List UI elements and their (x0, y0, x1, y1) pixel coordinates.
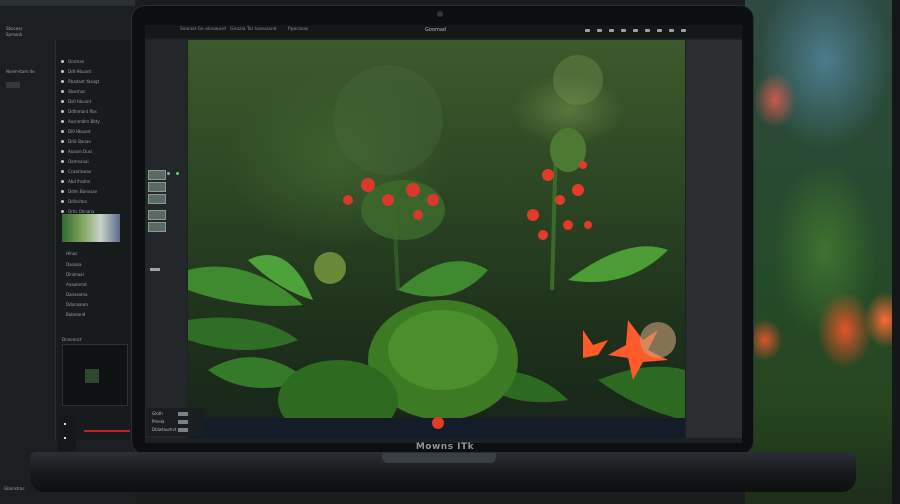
timeline-marker (64, 437, 66, 439)
menu-item[interactable]: Ssanial Ge alnowurd (180, 27, 226, 32)
red-flowers-right (527, 161, 592, 240)
layer-label[interactable]: Abd lhsdnn (68, 179, 90, 184)
text-icon[interactable] (633, 29, 638, 32)
layer-label[interactable]: Ddlc Banae (68, 139, 91, 144)
layers-strip (145, 40, 187, 438)
right-tool-panel (686, 40, 742, 438)
info-toggle[interactable] (178, 420, 188, 424)
spiky-bud (314, 252, 346, 284)
laptop-hinge (382, 453, 496, 463)
visibility-dot-icon[interactable] (61, 130, 64, 133)
visibility-dot-icon[interactable] (61, 180, 64, 183)
monitor-edge (892, 0, 900, 504)
layer-label[interactable]: Ddt Hbuant (68, 69, 91, 74)
visibility-dot-icon[interactable] (61, 70, 64, 73)
layer-thumbnail[interactable] (148, 222, 166, 232)
visibility-dot-icon[interactable] (61, 140, 64, 143)
bokeh-highlight (333, 65, 443, 175)
laptop-brand-label: Mowns ITk (415, 442, 475, 452)
layer-label[interactable]: Aosnmdlm Bitty (68, 119, 100, 124)
visibility-dot-icon[interactable] (61, 100, 64, 103)
property-label: Danaoa (66, 262, 82, 267)
menu-item[interactable]: Pperasas (288, 27, 308, 32)
visibility-dot-icon[interactable] (61, 160, 64, 163)
visibility-dot-icon[interactable] (61, 150, 64, 153)
visibility-dot-icon[interactable] (61, 110, 64, 113)
timeline-playhead[interactable] (84, 430, 130, 432)
background-editor-window: Sbocess Spmonk Nvem-ltam ite Ocsman Ddt … (0, 0, 135, 504)
layer-label[interactable]: Ddlnsiton (68, 199, 87, 204)
red-berry (432, 417, 444, 429)
active-dot-icon[interactable] (176, 172, 179, 175)
visibility-dot-icon[interactable] (167, 172, 170, 175)
layer-label[interactable]: Rbadant Yaesgt (68, 79, 99, 84)
property-label: Danasoma (66, 292, 88, 297)
visibility-dot-icon[interactable] (61, 90, 64, 93)
info-toggle[interactable] (178, 412, 188, 416)
layer-label[interactable]: Oamnonai (68, 159, 89, 164)
hand-icon[interactable] (669, 29, 674, 32)
layer-thumbnail[interactable] (148, 210, 166, 220)
info-label: Dblwtoumvt (152, 427, 177, 432)
layer-thumbnail[interactable] (148, 182, 166, 192)
menu-item[interactable]: Gnozia Tar laseaiand (230, 27, 277, 32)
gradient-swatch[interactable] (62, 214, 120, 242)
eraser-icon[interactable] (609, 29, 614, 32)
pink-petal (640, 322, 676, 358)
visibility-dot-icon[interactable] (61, 200, 64, 203)
property-label: Anaammd (66, 282, 87, 287)
pen-icon[interactable] (597, 29, 602, 32)
layer-label[interactable]: Aoaom Dusi (68, 149, 92, 154)
document-title: Goomad (425, 27, 447, 33)
zoom-icon[interactable] (657, 29, 662, 32)
settings-icon[interactable] (681, 29, 686, 32)
plant-illustration (188, 55, 685, 438)
layer-label[interactable]: Ds0 hbuant (68, 99, 91, 104)
layer-label[interactable]: Sbanhas (68, 89, 85, 94)
photo-canvas[interactable] (188, 40, 685, 438)
visibility-dot-icon[interactable] (61, 170, 64, 173)
bg-button[interactable] (6, 82, 20, 88)
layer-label[interactable]: Dl0 Hbuant (68, 129, 91, 134)
property-label: Ddanaaam (66, 302, 88, 307)
webcam-icon (437, 11, 443, 17)
properties-title: Hlnas (66, 251, 78, 256)
bg-header-item: Nvem-ltam ite (6, 69, 35, 74)
visibility-dot-icon[interactable] (61, 120, 64, 123)
timeline-track[interactable] (58, 415, 76, 451)
layer-thumbnail[interactable] (148, 194, 166, 204)
visibility-dot-icon[interactable] (61, 210, 64, 213)
navigator-preview[interactable] (62, 344, 128, 406)
crop-icon[interactable] (621, 29, 626, 32)
layer-thumbnail[interactable] (148, 170, 166, 180)
bg-header-item: Sbocess (6, 26, 23, 31)
info-label: Pmela (152, 419, 165, 424)
add-layer-icon[interactable] (150, 268, 160, 271)
visibility-dot-icon[interactable] (61, 190, 64, 193)
property-label: Dlnlmaal (66, 272, 84, 277)
brush-icon[interactable] (585, 29, 590, 32)
property-label: Babreand (66, 312, 86, 317)
visibility-dot-icon[interactable] (61, 60, 64, 63)
layer-label[interactable]: Ocsman (68, 59, 84, 64)
bokeh-highlight (553, 55, 603, 105)
shape-icon[interactable] (645, 29, 650, 32)
bg-header-item: Spmonk (6, 32, 23, 37)
timeline-marker (64, 423, 66, 425)
background-blurred-plants (745, 0, 900, 504)
navigator-title: Dnnonnct (62, 337, 82, 342)
layer-label[interactable]: Ddlm Banosae (68, 189, 97, 194)
moss-mound (388, 310, 498, 390)
layer-label[interactable]: Ddtnmant Rbs (68, 109, 97, 114)
bg-title-bar (0, 0, 135, 6)
status-label: Gbnnstrac (4, 486, 25, 491)
info-toggle[interactable] (178, 428, 188, 432)
navigator-viewport[interactable] (85, 369, 99, 383)
visibility-dot-icon[interactable] (61, 80, 64, 83)
info-label: Gloth (152, 411, 163, 416)
layer-label[interactable]: Ccaarlowan (68, 169, 91, 174)
